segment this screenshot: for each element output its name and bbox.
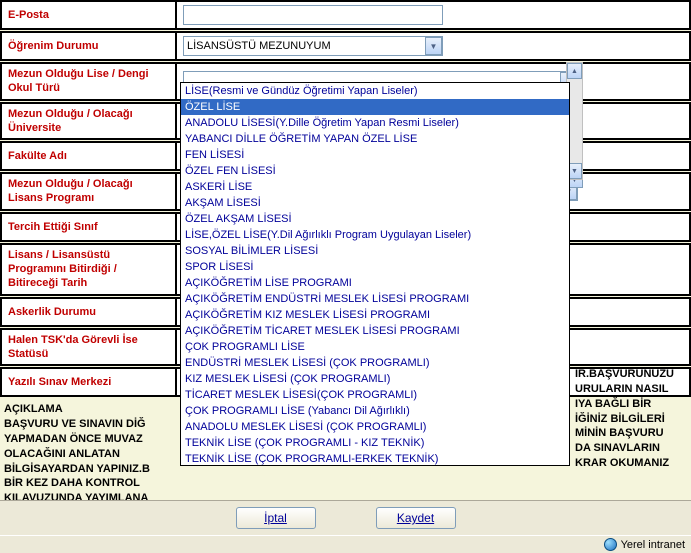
form-row-email: E-Posta — [0, 0, 691, 30]
dropdown-option[interactable]: TEKNİK LİSE (ÇOK PROGRAMLI - KIZ TEKNİK) — [181, 435, 569, 451]
dropdown-option[interactable]: AÇIKÖĞRETİM TİCARET MESLEK LİSESİ PROGRA… — [181, 323, 569, 339]
dropdown-option[interactable]: ÇOK PROGRAMLI LİSE — [181, 339, 569, 355]
label-education-status: Öğrenim Durumu — [2, 33, 177, 59]
dropdown-option[interactable]: FEN LİSESİ — [181, 147, 569, 163]
label-university: Mezun Olduğu / Olacağı Üniversite — [2, 104, 177, 139]
education-status-select[interactable]: LİSANSÜSTÜ MEZUNUYUM ▼ — [183, 36, 443, 56]
label-military: Askerlik Durumu — [2, 299, 177, 325]
dropdown-option[interactable]: KIZ MESLEK LİSESİ (ÇOK PROGRAMLI) — [181, 371, 569, 387]
label-highschool-type: Mezun Olduğu Lise / Dengi Okul Türü — [2, 64, 177, 99]
dropdown-option[interactable]: AÇIKÖĞRETİM ENDÜSTRİ MESLEK LİSESİ PROGR… — [181, 291, 569, 307]
status-text: Yerel intranet — [621, 539, 685, 551]
education-status-value: LİSANSÜSTÜ MEZUNUYUM — [187, 40, 331, 52]
label-email: E-Posta — [2, 2, 177, 28]
dropdown-option[interactable]: ÖZEL AKŞAM LİSESİ — [181, 211, 569, 227]
label-grad-date: Lisans / Lisansüstü Programını Bitirdiği… — [2, 245, 177, 294]
email-input[interactable] — [183, 5, 443, 25]
dropdown-option[interactable]: ÇOK PROGRAMLI LİSE (Yabancı Dil Ağırlıkl… — [181, 403, 569, 419]
cell-email — [177, 2, 689, 28]
dropdown-option[interactable]: SOSYAL BİLİMLER LİSESİ — [181, 243, 569, 259]
explanation-body-right: IR.BAŞVURUNUZUURULARIN NASILIYA BAĞLI Bİ… — [575, 367, 691, 471]
dropdown-option[interactable]: AÇIKÖĞRETİM LİSE PROGRAMI — [181, 275, 569, 291]
dropdown-option[interactable]: ANADOLU MESLEK LİSESİ (ÇOK PROGRAMLI) — [181, 419, 569, 435]
label-faculty: Fakülte Adı — [2, 143, 177, 169]
label-preferred-class: Tercih Ettiği Sınıf — [2, 214, 177, 240]
status-bar: Yerel intranet — [0, 535, 691, 553]
chevron-down-icon[interactable]: ▼ — [425, 37, 442, 55]
globe-icon — [604, 538, 617, 551]
dropdown-option[interactable]: AÇIKÖĞRETİM KIZ MESLEK LİSESİ PROGRAMI — [181, 307, 569, 323]
form-row-education-status: Öğrenim Durumu LİSANSÜSTÜ MEZUNUYUM ▼ — [0, 31, 691, 61]
dropdown-option[interactable]: ÖZEL FEN LİSESİ — [181, 163, 569, 179]
button-bar: İptal Kaydet — [0, 500, 691, 535]
dropdown-option[interactable]: SPOR LİSESİ — [181, 259, 569, 275]
save-button[interactable]: Kaydet — [376, 507, 456, 529]
cancel-button[interactable]: İptal — [236, 507, 316, 529]
dropdown-option[interactable]: ASKERİ LİSE — [181, 179, 569, 195]
dropdown-option[interactable]: YABANCI DİLLE ÖĞRETİM YAPAN ÖZEL LİSE — [181, 131, 569, 147]
dropdown-option[interactable]: AKŞAM LİSESİ — [181, 195, 569, 211]
label-program: Mezun Olduğu / Olacağı Lisans Programı — [2, 174, 177, 209]
cell-education-status: LİSANSÜSTÜ MEZUNUYUM ▼ — [177, 33, 689, 59]
highschool-dropdown-list[interactable]: LİSE(Resmi ve Gündüz Öğretimi Yapan Lise… — [180, 82, 570, 466]
dropdown-option[interactable]: LİSE(Resmi ve Gündüz Öğretimi Yapan Lise… — [181, 83, 569, 99]
dropdown-option[interactable]: LİSE,ÖZEL LİSE(Y.Dil Ağırlıklı Program U… — [181, 227, 569, 243]
dropdown-option[interactable]: TEKNİK LİSE (ÇOK PROGRAMLI-ERKEK TEKNİK) — [181, 451, 569, 466]
label-tsk-status: Halen TSK'da Görevli İse Statüsü — [2, 330, 177, 365]
dropdown-option[interactable]: ANADOLU LİSESİ(Y.Dille Öğretim Yapan Res… — [181, 115, 569, 131]
label-exam-center: Yazılı Sınav Merkezi — [2, 369, 177, 395]
scroll-up-icon[interactable]: ▲ — [567, 63, 582, 79]
dropdown-option[interactable]: ÖZEL LİSE — [181, 99, 569, 115]
dropdown-option[interactable]: ENDÜSTRİ MESLEK LİSESİ (ÇOK PROGRAMLI) — [181, 355, 569, 371]
dropdown-option[interactable]: TİCARET MESLEK LİSESİ(ÇOK PROGRAMLI) — [181, 387, 569, 403]
